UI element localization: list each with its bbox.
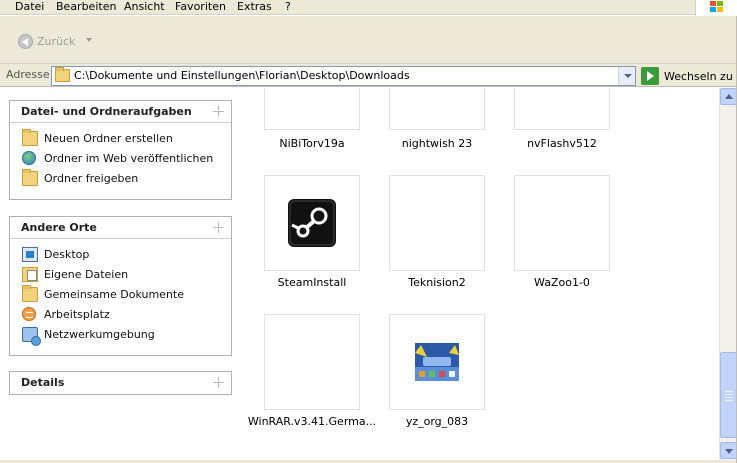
file-name[interactable]: nvFlashv512	[497, 137, 627, 150]
menu-favoriten[interactable]: Favoriten	[175, 0, 226, 15]
my-documents-icon	[22, 267, 38, 282]
steam-icon	[288, 199, 336, 247]
file-tasks-panel: Datei- und Ordneraufgaben Neuen Ordner e…	[9, 100, 232, 200]
other-places-title: Andere Orte	[21, 221, 97, 234]
address-label: Adresse	[6, 68, 50, 81]
details-header[interactable]: Details	[10, 372, 231, 394]
collapse-icon[interactable]	[213, 106, 224, 117]
task-label: Ordner freigeben	[44, 172, 139, 185]
place-desktop[interactable]: Desktop	[10, 245, 231, 265]
file-name[interactable]: Teknision2	[372, 276, 502, 289]
network-icon	[22, 327, 41, 346]
file-name[interactable]: SteamInstall	[247, 276, 377, 289]
address-input[interactable]: C:\Dokumente und Einstellungen\Florian\D…	[51, 66, 636, 86]
collapse-icon[interactable]	[213, 222, 224, 233]
desktop-icon	[22, 247, 38, 262]
toolbar: Zurück	[0, 16, 737, 64]
place-label: Gemeinsame Dokumente	[44, 288, 184, 301]
place-my-documents[interactable]: Eigene Dateien	[10, 265, 231, 285]
place-my-computer[interactable]: Arbeitsplatz	[10, 305, 231, 325]
details-title: Details	[21, 376, 65, 389]
scroll-down-button[interactable]	[720, 442, 737, 459]
file-thumbnail-nibitorv19a[interactable]	[264, 88, 360, 130]
go-button[interactable]: Wechseln zu	[641, 66, 733, 86]
back-arrow-icon	[18, 33, 33, 49]
vertical-scrollbar[interactable]	[719, 88, 737, 460]
address-path: C:\Dokumente und Einstellungen\Florian\D…	[74, 69, 410, 82]
scroll-thumb[interactable]	[720, 352, 737, 438]
new-folder-icon	[22, 129, 38, 146]
go-label: Wechseln zu	[664, 69, 733, 83]
task-pane: Datei- und Ordneraufgaben Neuen Ordner e…	[0, 88, 240, 463]
file-name[interactable]: WaZoo1-0	[497, 276, 627, 289]
file-thumbnail-nightwish[interactable]	[389, 88, 485, 130]
dock-image-icon	[415, 343, 459, 381]
windows-logo	[695, 0, 737, 16]
back-dropdown-icon[interactable]	[86, 38, 92, 42]
file-tasks-header[interactable]: Datei- und Ordneraufgaben	[10, 101, 231, 123]
place-label: Arbeitsplatz	[44, 308, 110, 321]
back-button[interactable]: Zurück	[18, 32, 75, 50]
file-view: NiBiTorv19a nightwish 23 nvFlashv512 Ste…	[240, 88, 719, 460]
file-thumbnail-winrar[interactable]	[264, 314, 360, 410]
menu-help[interactable]: ?	[285, 0, 291, 15]
file-name[interactable]: WinRAR.v3.41.Germa...	[247, 415, 377, 428]
file-thumbnail-teknision2[interactable]	[389, 175, 485, 271]
scroll-up-button[interactable]	[720, 88, 737, 105]
file-name[interactable]: yz_org_083	[372, 415, 502, 428]
shared-documents-icon	[22, 285, 38, 302]
folder-icon	[55, 67, 70, 82]
expand-icon[interactable]	[213, 377, 224, 388]
other-places-header[interactable]: Andere Orte	[10, 217, 231, 239]
address-dropdown-button[interactable]	[618, 67, 635, 85]
file-thumbnail-steaminstall[interactable]	[264, 175, 360, 271]
my-computer-icon	[22, 307, 36, 321]
file-thumbnail-wazoo[interactable]	[514, 175, 610, 271]
menu-bar: Datei Bearbeiten Ansicht Favoriten Extra…	[0, 0, 737, 16]
place-label: Desktop	[44, 248, 90, 261]
details-panel: Details	[9, 371, 232, 395]
web-publish-icon	[22, 151, 36, 165]
menu-extras[interactable]: Extras	[237, 0, 272, 15]
task-new-folder[interactable]: Neuen Ordner erstellen	[10, 129, 231, 149]
place-shared-documents[interactable]: Gemeinsame Dokumente	[10, 285, 231, 305]
back-label: Zurück	[37, 34, 76, 48]
address-bar: Adresse C:\Dokumente und Einstellungen\F…	[0, 64, 737, 87]
go-arrow-icon	[641, 67, 659, 85]
task-publish-web[interactable]: Ordner im Web veröffentlichen	[10, 149, 231, 169]
other-places-panel: Andere Orte Desktop Eigene Dateien Gemei…	[9, 216, 232, 356]
file-name[interactable]: NiBiTorv19a	[247, 137, 377, 150]
menu-ansicht[interactable]: Ansicht	[124, 0, 165, 15]
place-label: Netzwerkumgebung	[44, 328, 155, 341]
task-label: Neuen Ordner erstellen	[44, 132, 173, 145]
place-label: Eigene Dateien	[44, 268, 129, 281]
place-network[interactable]: Netzwerkumgebung	[10, 325, 231, 346]
menu-datei[interactable]: Datei	[15, 0, 44, 15]
file-thumbnail-nvflash[interactable]	[514, 88, 610, 130]
file-thumbnail-yz-org[interactable]	[389, 314, 485, 410]
menu-bearbeiten[interactable]: Bearbeiten	[56, 0, 116, 15]
file-tasks-title: Datei- und Ordneraufgaben	[21, 105, 192, 118]
share-folder-icon	[22, 169, 38, 186]
task-label: Ordner im Web veröffentlichen	[44, 152, 214, 165]
file-name[interactable]: nightwish 23	[372, 137, 502, 150]
task-share-folder[interactable]: Ordner freigeben	[10, 169, 231, 189]
windows-flag-icon	[710, 1, 724, 13]
